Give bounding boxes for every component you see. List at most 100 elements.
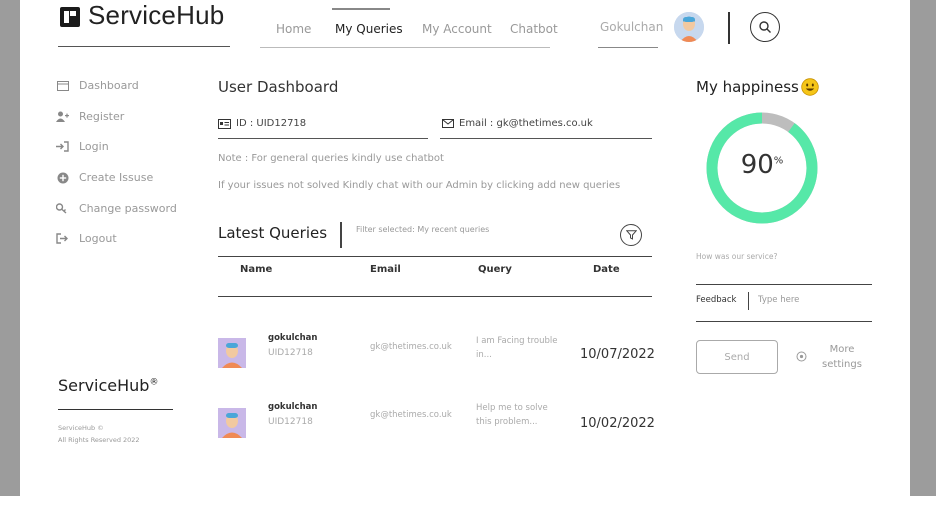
search-icon (759, 21, 771, 33)
settings-icon[interactable] (796, 351, 807, 365)
user-avatar-icon (218, 408, 246, 438)
column-header-email: Email (370, 264, 401, 275)
row-date: 10/02/2022 (580, 416, 655, 431)
column-header-date: Date (593, 264, 620, 275)
more-settings-line1: More (829, 344, 855, 355)
nav-home[interactable]: Home (276, 22, 311, 36)
row-query-line1: Help me to solve (476, 403, 548, 413)
id-underline (218, 138, 428, 139)
id-field: ID : UID12718 (218, 118, 306, 129)
footer-brand-name: ServiceHub (58, 376, 150, 395)
row-email: gk@thetimes.co.uk (370, 410, 452, 420)
row-uid: UID12718 (268, 348, 313, 358)
row-date: 10/07/2022 (580, 347, 655, 362)
latest-divider (340, 222, 342, 248)
nav-active-indicator (332, 8, 390, 10)
sidebar-item-label: Change password (79, 202, 177, 215)
avatar-icon (674, 12, 704, 42)
feedback-bottom-line (696, 321, 872, 322)
feedback-divider (748, 292, 749, 310)
mail-icon (442, 119, 454, 128)
email-field: Email : gk@thetimes.co.uk (442, 118, 593, 129)
row-query: I am Facing trouble in... (476, 334, 576, 362)
sidebar-item-create-issue[interactable]: Create Issuse (56, 171, 153, 184)
happiness-title-text: My happiness (696, 78, 799, 96)
service-question: How was our service? (696, 252, 778, 261)
calendar-icon (56, 80, 69, 92)
sidebar-item-dashboard[interactable]: Dashboard (56, 79, 139, 92)
search-button[interactable] (750, 12, 780, 42)
happiness-value: 90% (704, 150, 820, 180)
page-title: User Dashboard (218, 78, 339, 96)
happiness-number: 90 (740, 150, 774, 180)
nav-my-account[interactable]: My Account (422, 22, 492, 36)
login-icon (56, 141, 69, 153)
filter-status: Filter selected: My recent queries (356, 225, 490, 234)
email-underline (440, 138, 652, 139)
smiley-icon (801, 78, 819, 96)
feedback-input[interactable] (758, 295, 868, 305)
row-query: Help me to solve this problem... (476, 401, 576, 429)
sidebar-item-label: Create Issuse (79, 171, 154, 184)
sidebar-item-label: Register (79, 110, 125, 123)
footer-brand: ServiceHub® (58, 376, 158, 395)
sidebar-item-register[interactable]: Register (56, 110, 124, 123)
feedback-top-line (696, 284, 872, 285)
email-text: Email : gk@thetimes.co.uk (459, 118, 593, 129)
logo-text[interactable]: ServiceHub (88, 0, 224, 31)
row-query-line1: I am Facing trouble (476, 336, 558, 346)
row-query-line2: in... (476, 350, 492, 360)
page: ServiceHub Home My Queries My Account Ch… (20, 0, 910, 496)
table-header-top-line (218, 256, 652, 257)
column-header-name: Name (240, 264, 273, 275)
filter-button[interactable] (620, 224, 642, 246)
sidebar-item-label: Login (79, 140, 109, 153)
latest-queries-title: Latest Queries (218, 224, 328, 242)
row-query-line2: this problem... (476, 417, 538, 427)
nav-my-queries[interactable]: My Queries (335, 22, 403, 36)
sidebar-item-label: Dashboard (79, 79, 139, 92)
logout-icon (56, 233, 69, 245)
user-name-underline (598, 47, 658, 48)
logo-underline (58, 46, 230, 47)
footer-rights: All Rights Reserved 2022 (58, 436, 140, 444)
note-general: Note : For general queries kindly use ch… (218, 153, 444, 164)
nav-chatbot[interactable]: Chatbot (510, 22, 558, 36)
table-header-bottom-line (218, 296, 652, 297)
row-email: gk@thetimes.co.uk (370, 342, 452, 352)
filter-icon (625, 230, 637, 240)
plus-circle-icon (56, 172, 69, 184)
feedback-label: Feedback (696, 295, 737, 305)
avatar[interactable] (674, 12, 704, 42)
happiness-title: My happiness (696, 78, 819, 96)
footer-copyright: ServiceHub © (58, 424, 104, 432)
happiness-unit: % (773, 155, 784, 167)
more-settings-link[interactable]: More settings (818, 342, 866, 372)
row-uid: UID12718 (268, 417, 313, 427)
footer-divider (58, 409, 173, 410)
user-name[interactable]: Gokulchan (600, 20, 663, 34)
key-icon (56, 203, 69, 215)
sidebar-item-change-password[interactable]: Change password (56, 202, 177, 215)
more-settings-line2: settings (822, 359, 862, 370)
id-text: ID : UID12718 (236, 118, 307, 129)
sidebar-item-label: Logout (79, 232, 117, 245)
avatar (218, 338, 246, 368)
add-user-icon (56, 111, 69, 123)
send-button[interactable]: Send (696, 340, 778, 374)
avatar (218, 408, 246, 438)
left-frame (0, 0, 20, 516)
column-header-query: Query (478, 264, 512, 275)
nav-underline (260, 47, 550, 48)
id-card-icon (218, 118, 231, 129)
row-name: gokulchan (268, 402, 318, 412)
sidebar-item-logout[interactable]: Logout (56, 232, 117, 245)
sidebar-item-login[interactable]: Login (56, 140, 109, 153)
header-divider (728, 12, 730, 44)
bottom-frame (0, 496, 936, 516)
logo-icon (60, 7, 80, 27)
right-frame (910, 0, 936, 516)
footer-brand-mark: ® (149, 377, 159, 388)
row-name: gokulchan (268, 333, 318, 343)
note-admin: If your issues not solved Kindly chat wi… (218, 180, 621, 191)
